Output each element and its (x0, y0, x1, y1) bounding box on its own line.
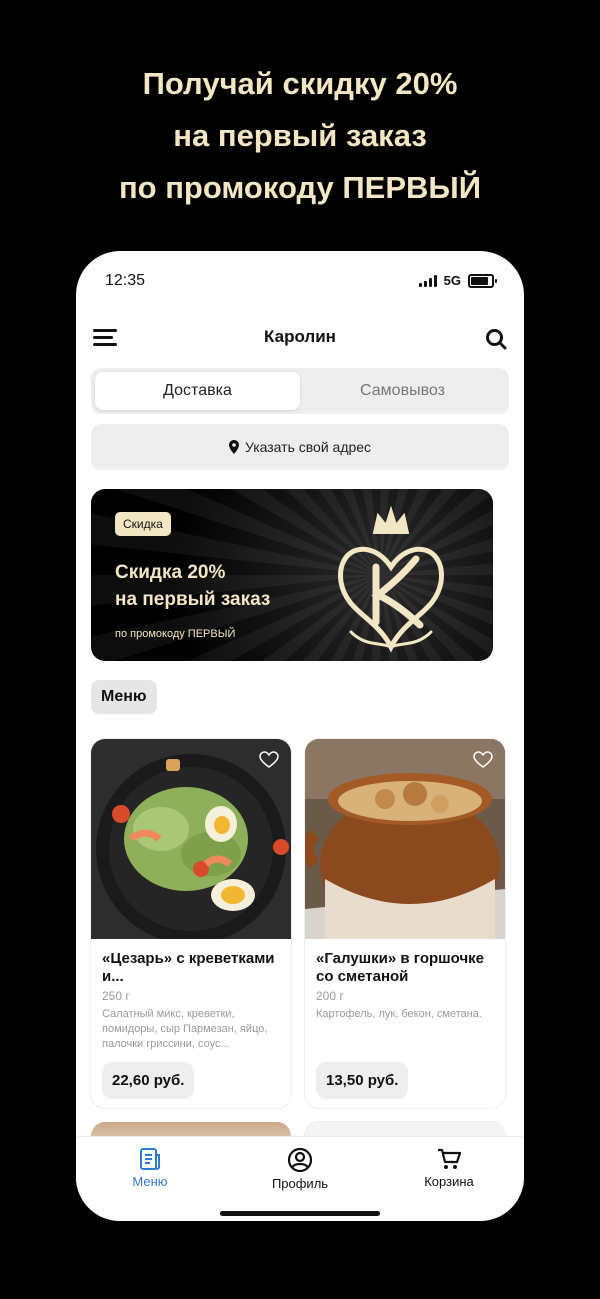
product-name: «Цезарь» с креветками и... (102, 950, 275, 985)
menu-doc-icon (140, 1148, 160, 1170)
app-header: Каролин (76, 323, 524, 353)
location-pin-icon (228, 440, 239, 454)
product-description: Салатный микс, креветки, помидоры, сыр П… (102, 1008, 268, 1050)
banner-title-line-2: на первый заказ (115, 589, 271, 610)
status-time: 12:35 (105, 272, 146, 289)
page-title: Каролин (264, 327, 336, 346)
banner-title-line-1: Скидка 20% (115, 562, 226, 583)
product-card-galushki[interactable]: «Галушки» в горшочке со сметаной 200 г К… (305, 739, 505, 1108)
status-icons: 5G (418, 273, 497, 288)
bottom-nav: Меню Профиль Корзина (76, 1136, 524, 1221)
product-image-galushki (305, 739, 505, 939)
product-card-caesar[interactable]: «Цезарь» с креветками и... 250 г Салатны… (91, 739, 291, 1108)
product-weight: 250 г (102, 989, 130, 1003)
nav-cart-label: Корзина (424, 1174, 474, 1189)
address-label: Указать свой адрес (244, 439, 372, 455)
product-name: «Галушки» в горшочке со сметаной (316, 950, 485, 985)
network-type: 5G (443, 273, 461, 288)
promo-line-1: Получай скидку 20% (142, 66, 458, 101)
product-weight: 200 г (316, 989, 344, 1003)
section-menu-label[interactable]: Меню (91, 680, 157, 714)
delivery-mode-tabs: Доставка Самовывоз (91, 368, 509, 414)
price-button[interactable]: 13,50 руб. (316, 1062, 409, 1099)
search-icon[interactable] (485, 328, 507, 350)
status-bar: 12:35 5G (76, 251, 524, 311)
banner-subtitle: по промокоду ПЕРВЫЙ (115, 628, 236, 640)
banner-title: Скидка 20% на первый заказ (115, 559, 270, 613)
nav-profile[interactable]: Профиль (245, 1147, 355, 1191)
product-description: Картофель, лук, бекон, сметана. (316, 1008, 482, 1020)
signal-icon (418, 274, 437, 287)
nav-menu[interactable]: Меню (95, 1147, 205, 1189)
tab-pickup[interactable]: Самовывоз (300, 372, 505, 410)
product-image-caesar (91, 739, 291, 939)
banner-tag: Скидка (115, 512, 171, 536)
crown-monogram-logo (338, 505, 444, 653)
heart-outline-icon[interactable] (259, 751, 279, 769)
promo-headline: Получай скидку 20% на первый заказ по пр… (0, 58, 600, 214)
home-indicator[interactable] (220, 1211, 380, 1216)
promo-line-3: по промокоду ПЕРВЫЙ (118, 170, 482, 205)
price-button[interactable]: 22,60 руб. (102, 1062, 195, 1099)
nav-menu-label: Меню (132, 1174, 168, 1189)
tab-delivery[interactable]: Доставка (95, 372, 300, 410)
promo-banner[interactable]: Скидка Скидка 20% на первый заказ по про… (91, 489, 493, 661)
cart-icon (438, 1148, 462, 1169)
phone-screen: 12:35 5G Каролин Доставка Самовывоз Указ… (76, 251, 524, 1221)
promo-line-2: на первый заказ (173, 118, 427, 153)
nav-cart[interactable]: Корзина (394, 1147, 504, 1189)
battery-icon (468, 273, 497, 288)
address-button[interactable]: Указать свой адрес (91, 424, 509, 470)
nav-profile-label: Профиль (271, 1176, 329, 1191)
heart-outline-icon[interactable] (473, 751, 493, 769)
profile-icon (287, 1147, 313, 1173)
